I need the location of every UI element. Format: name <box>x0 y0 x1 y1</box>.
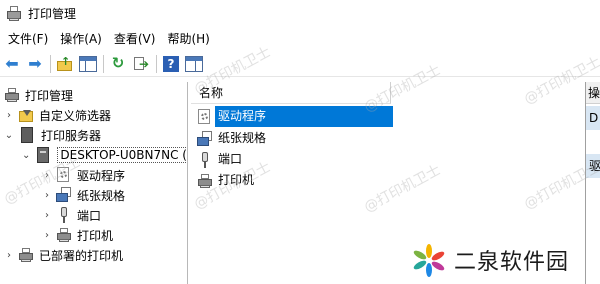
window-title: 打印管理 <box>28 7 77 21</box>
menu-view[interactable]: 查看(V) <box>108 29 162 49</box>
refresh-button[interactable]: ↻ <box>108 54 128 74</box>
actions-item[interactable]: D <box>586 106 600 130</box>
chevron-down-icon[interactable]: ⌄ <box>4 130 14 141</box>
tree-label: 打印机 <box>77 228 114 243</box>
tree-label: 已部署的打印机 <box>39 248 124 263</box>
list-item-label: 打印机 <box>218 173 255 187</box>
printer-icon <box>4 87 20 103</box>
forward-icon: ➡ <box>28 53 42 73</box>
tree-item-printers[interactable]: › 打印机 <box>0 225 187 245</box>
tree-item-forms[interactable]: › 纸张规格 <box>0 185 187 205</box>
properties-icon <box>185 55 203 72</box>
title-bar: 打印管理 <box>0 0 600 27</box>
chevron-right-icon[interactable]: › <box>42 230 52 241</box>
tree-label: 纸张规格 <box>77 188 126 203</box>
chevron-right-icon[interactable]: › <box>42 190 52 201</box>
chevron-right-icon[interactable]: › <box>42 170 52 181</box>
list-item-label: 纸张规格 <box>218 131 267 145</box>
server-icon <box>21 127 33 143</box>
tree-item-root[interactable]: 打印管理 <box>0 85 187 105</box>
list-item-ports[interactable]: 端口 <box>197 149 245 170</box>
menu-action[interactable]: 操作(A) <box>54 29 108 49</box>
properties-button[interactable] <box>184 54 204 74</box>
console-tree: 打印管理 › 自定义筛选器 ⌄ 打印服务器 ⌄ DESKTOP-U0BN7NC … <box>0 82 188 284</box>
show-console-tree-icon <box>79 55 97 72</box>
tree-item-drivers[interactable]: › 驱动程序 <box>0 165 187 185</box>
chevron-right-icon[interactable]: › <box>4 110 14 121</box>
chevron-right-icon[interactable]: › <box>42 210 52 221</box>
toolbar-separator <box>50 54 51 73</box>
menu-help[interactable]: 帮助(H) <box>161 29 215 49</box>
tree-item-ports[interactable]: › 端口 <box>0 205 187 225</box>
tree-label: 打印服务器 <box>41 128 102 143</box>
toolbar-separator <box>103 54 104 73</box>
column-header-name[interactable]: 名称 <box>191 82 391 104</box>
tree-label: 端口 <box>77 208 102 223</box>
tree-label: 驱动程序 <box>77 168 126 183</box>
forward-button[interactable]: ➡ <box>25 54 45 74</box>
help-icon: ? <box>163 55 179 72</box>
up-folder-button[interactable]: ↑ <box>55 54 75 74</box>
tree-label: DESKTOP-U0BN7NC ( <box>57 147 187 163</box>
computer-icon <box>37 147 50 163</box>
actions-pane: 操 D 驱 <box>585 82 600 284</box>
printer-icon <box>56 227 72 243</box>
export-list-button[interactable]: ➔ <box>131 54 151 74</box>
list-item-label: 驱动程序 <box>215 106 393 127</box>
pinwheel-logo-icon <box>413 244 445 277</box>
toolbar-separator <box>156 54 157 73</box>
back-button[interactable]: ⬅ <box>2 54 22 74</box>
list-item-drivers[interactable]: 驱动程序 <box>197 106 393 127</box>
driver-icon <box>197 108 213 125</box>
port-icon <box>56 207 72 223</box>
driver-icon <box>56 167 72 183</box>
toolbar: ⬅ ➡ ↑ ↻ ➔ ? <box>0 51 600 77</box>
menu-file[interactable]: 文件(F) <box>2 29 54 49</box>
list-item-label: 端口 <box>218 152 243 166</box>
list-item-forms[interactable]: 纸张规格 <box>197 128 269 149</box>
printer-app-icon <box>6 5 22 22</box>
printer-icon <box>197 173 213 189</box>
back-icon: ⬅ <box>5 53 19 73</box>
tree-item-print-servers[interactable]: ⌄ 打印服务器 <box>0 125 187 145</box>
filter-folder-icon <box>18 107 34 123</box>
port-icon <box>197 151 213 168</box>
brand-logo: 二泉软件园 <box>412 240 569 280</box>
tree-label: 打印管理 <box>25 88 74 103</box>
tree-label: 自定义筛选器 <box>39 108 112 123</box>
list-item-printers[interactable]: 打印机 <box>197 170 257 191</box>
chevron-down-icon[interactable]: ⌄ <box>22 150 30 161</box>
refresh-icon: ↻ <box>111 54 125 72</box>
export-list-icon: ➔ <box>133 56 149 72</box>
up-folder-icon: ↑ <box>56 56 74 72</box>
menu-bar: 文件(F) 操作(A) 查看(V) 帮助(H) <box>0 29 600 49</box>
printer-icon <box>18 247 34 263</box>
actions-item[interactable]: 驱 <box>586 154 600 178</box>
tree-item-server[interactable]: ⌄ DESKTOP-U0BN7NC ( <box>0 145 187 165</box>
show-console-tree-button[interactable] <box>78 54 98 74</box>
paper-forms-icon <box>56 187 72 203</box>
chevron-right-icon[interactable]: › <box>4 250 14 261</box>
tree-item-deployed-printers[interactable]: › 已部署的打印机 <box>0 245 187 265</box>
help-button[interactable]: ? <box>161 54 181 74</box>
tree-item-custom-filters[interactable]: › 自定义筛选器 <box>0 105 187 125</box>
brand-name: 二泉软件园 <box>454 250 570 275</box>
actions-header: 操 <box>586 82 600 104</box>
paper-forms-icon <box>197 130 213 147</box>
